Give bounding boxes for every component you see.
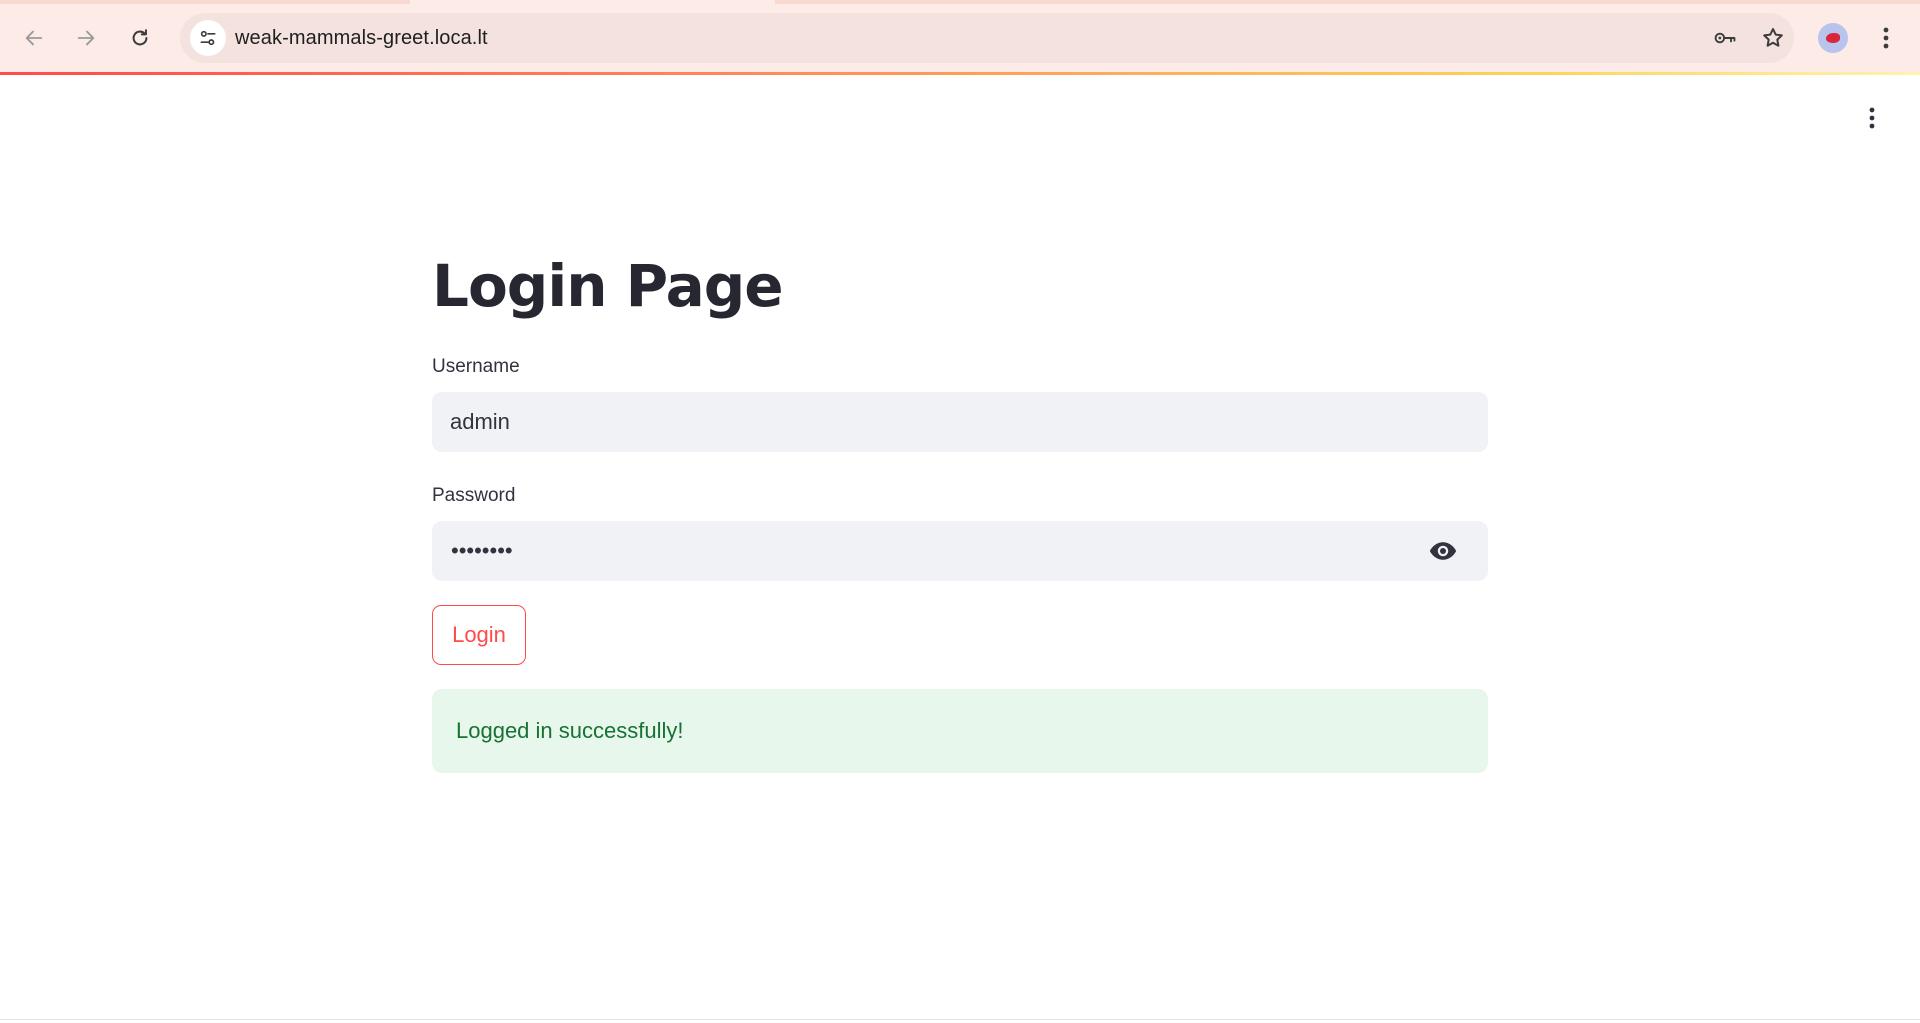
password-label: Password (432, 485, 516, 506)
eye-icon (1429, 542, 1457, 560)
login-button[interactable]: Login (432, 605, 526, 665)
browser-toolbar: weak-mammals-greet.loca.lt (0, 0, 1920, 74)
tune-icon (200, 30, 216, 46)
profile-avatar[interactable] (1818, 23, 1848, 53)
password-input[interactable]: •••••••• (451, 538, 513, 564)
window-bottom-border (0, 1019, 1920, 1020)
arrow-left-icon (25, 30, 43, 46)
tabstrip-edge (0, 0, 1920, 4)
site-info-button[interactable] (190, 20, 226, 56)
success-alert: Logged in successfully! (432, 689, 1488, 773)
profile-bird-icon (1826, 33, 1840, 43)
reload-icon (132, 29, 148, 46)
forward-button[interactable] (68, 20, 104, 56)
browser-menu-button[interactable] (1870, 22, 1902, 54)
password-manager-button[interactable] (1710, 23, 1740, 53)
success-message: Logged in successfully! (456, 718, 684, 743)
key-icon (1714, 32, 1736, 44)
app-header-decoration (0, 72, 1920, 75)
address-bar[interactable]: weak-mammals-greet.loca.lt (180, 13, 1794, 63)
show-password-button[interactable] (1428, 536, 1458, 566)
password-field-container[interactable]: •••••••• (432, 521, 1488, 581)
kebab-menu-icon (1869, 107, 1875, 129)
star-icon (1763, 28, 1783, 47)
back-button[interactable] (16, 20, 52, 56)
app-main-menu-button[interactable] (1856, 102, 1888, 134)
page-title: Login Page (432, 252, 784, 320)
url-text[interactable]: weak-mammals-greet.loca.lt (235, 27, 488, 50)
main-content: Login Page Username Password •••••••• Lo… (432, 240, 1488, 773)
username-label: Username (432, 356, 520, 377)
kebab-menu-icon (1883, 27, 1889, 49)
bookmark-button[interactable] (1758, 23, 1788, 53)
reload-button[interactable] (122, 20, 158, 56)
arrow-right-icon (77, 30, 95, 46)
username-field-container (432, 392, 1488, 452)
username-input[interactable] (432, 392, 1488, 452)
